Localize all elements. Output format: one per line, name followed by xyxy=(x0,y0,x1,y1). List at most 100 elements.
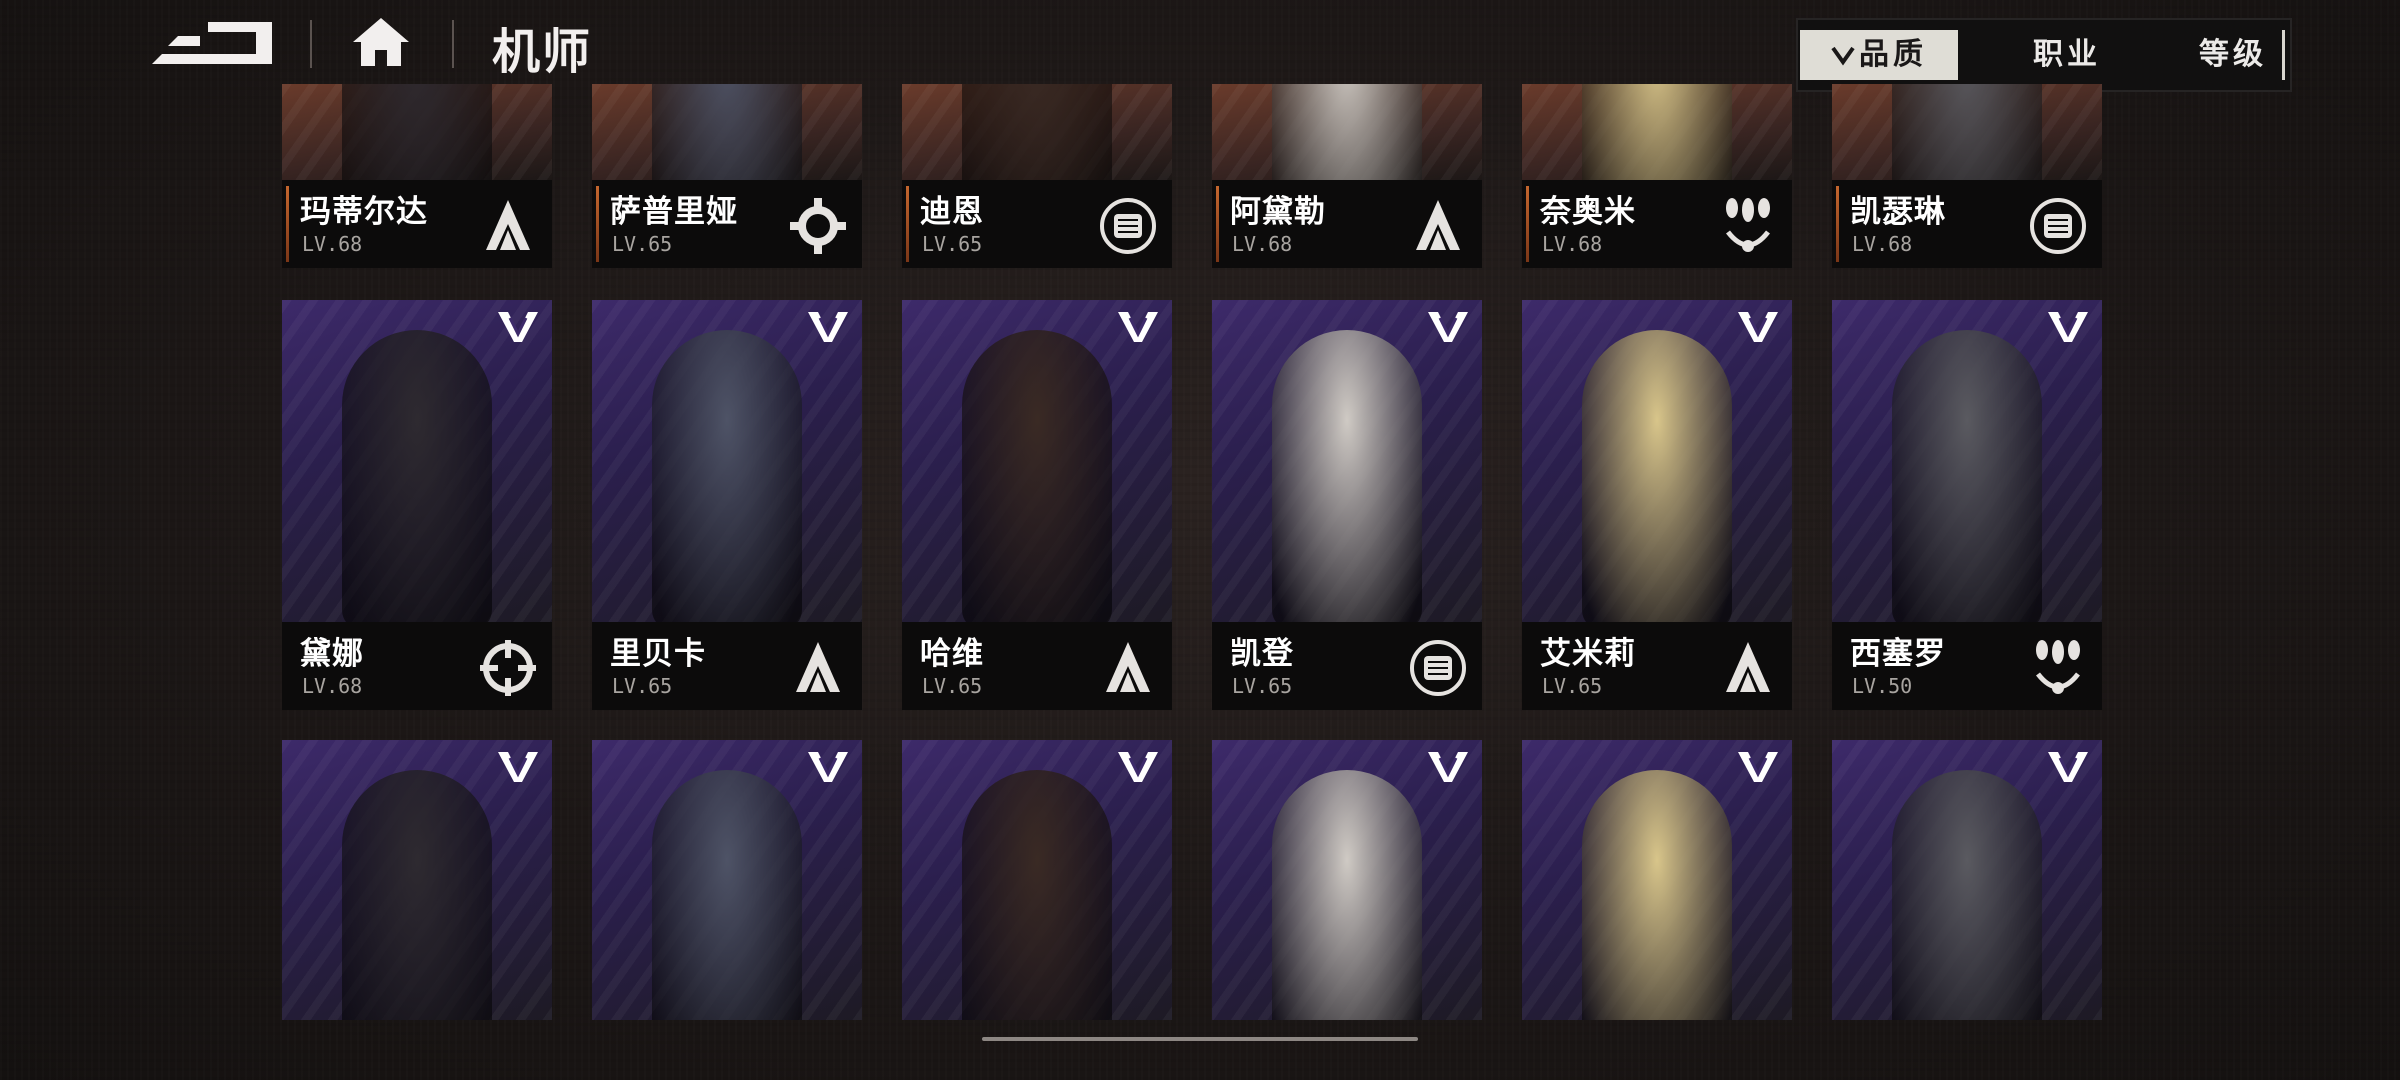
sort-quality-button[interactable]: 品质 xyxy=(1800,30,1958,80)
pilot-card[interactable]: 哈维 LV.65 xyxy=(902,300,1172,710)
pilot-grid[interactable]: 玛蒂尔达 LV.68 萨普里娅 LV.65 迪恩 LV.65 阿黛勒 LV.68 奈奥米 LV.6… xyxy=(0,84,2400,1020)
pilot-card[interactable] xyxy=(1832,740,2102,1020)
pilot-portrait xyxy=(902,740,1172,1020)
pilot-portrait xyxy=(592,84,862,180)
pilot-card[interactable]: 阿黛勒 LV.68 xyxy=(1212,84,1482,268)
pilot-card[interactable] xyxy=(282,740,552,1020)
rank-badge-icon xyxy=(496,308,540,344)
pilot-name: 里贝卡 xyxy=(610,636,706,672)
lance-icon xyxy=(478,196,538,256)
header-divider xyxy=(452,20,454,68)
fist-icon xyxy=(1408,638,1468,698)
rank-badge-icon xyxy=(1116,308,1160,344)
rank-badge-icon xyxy=(1736,748,1780,784)
pilot-name: 凯登 xyxy=(1230,636,1294,672)
pilot-level: LV.65 xyxy=(612,232,673,256)
pilot-level: LV.65 xyxy=(922,232,983,256)
pilot-namebar: 西塞罗 LV.50 xyxy=(1832,622,2102,710)
pilot-card[interactable]: 奈奥米 LV.68 xyxy=(1522,84,1792,268)
pilot-portrait xyxy=(1522,740,1792,1020)
pilot-namebar: 哈维 LV.65 xyxy=(902,622,1172,710)
pilot-card[interactable]: 凯登 LV.65 xyxy=(1212,300,1482,710)
fist-icon xyxy=(1098,196,1158,256)
rank-badge-icon xyxy=(1116,748,1160,784)
chevron-down-icon xyxy=(1831,46,1855,66)
pilot-portrait xyxy=(592,740,862,1020)
pilot-level: LV.68 xyxy=(1542,232,1603,256)
pilot-level: LV.68 xyxy=(302,232,363,256)
pilot-name: 萨普里娅 xyxy=(610,194,738,230)
lance-icon xyxy=(788,638,848,698)
pilot-card[interactable]: 西塞罗 LV.50 xyxy=(1832,300,2102,710)
pilot-namebar: 玛蒂尔达 LV.68 xyxy=(282,180,552,268)
pilot-namebar: 阿黛勒 LV.68 xyxy=(1212,180,1482,268)
pilot-portrait xyxy=(592,300,862,622)
pilot-level: LV.68 xyxy=(302,674,363,698)
crosshair-icon xyxy=(478,638,538,698)
pilot-level: LV.68 xyxy=(1232,232,1293,256)
header-divider xyxy=(310,20,312,68)
pilot-card[interactable] xyxy=(1522,740,1792,1020)
pilot-namebar: 萨普里娅 LV.65 xyxy=(592,180,862,268)
pilot-portrait xyxy=(282,300,552,622)
lance-icon xyxy=(1098,638,1158,698)
pilot-namebar: 凯瑟琳 LV.68 xyxy=(1832,180,2102,268)
sort-level-label: 等级 xyxy=(2199,37,2267,72)
pilot-portrait xyxy=(1212,740,1482,1020)
back-button[interactable] xyxy=(148,18,276,70)
pilot-namebar: 奈奥米 LV.68 xyxy=(1522,180,1792,268)
pilot-name: 黛娜 xyxy=(300,636,364,672)
pilot-level: LV.50 xyxy=(1852,674,1913,698)
wrench-icon xyxy=(788,196,848,256)
pilot-name: 奈奥米 xyxy=(1540,194,1636,230)
pilot-card[interactable] xyxy=(902,740,1172,1020)
pilot-card[interactable]: 玛蒂尔达 LV.68 xyxy=(282,84,552,268)
pilot-name: 迪恩 xyxy=(920,194,984,230)
pilot-portrait xyxy=(1832,740,2102,1020)
pilot-portrait xyxy=(282,84,552,180)
pilot-card[interactable]: 艾米莉 LV.65 xyxy=(1522,300,1792,710)
pilot-name: 凯瑟琳 xyxy=(1850,194,1946,230)
pilot-level: LV.68 xyxy=(1852,232,1913,256)
home-button[interactable] xyxy=(346,14,416,70)
pilot-card[interactable] xyxy=(592,740,862,1020)
page-title: 机师 xyxy=(492,24,593,80)
pilot-portrait xyxy=(1832,84,2102,180)
fist-icon xyxy=(2028,196,2088,256)
pilot-name: 阿黛勒 xyxy=(1230,194,1326,230)
pilot-portrait xyxy=(1212,84,1482,180)
sort-job-label: 职业 xyxy=(2033,37,2101,72)
pilot-card[interactable]: 黛娜 LV.68 xyxy=(282,300,552,710)
sort-job-button[interactable]: 职业 xyxy=(1982,30,2152,80)
pilot-name: 玛蒂尔达 xyxy=(300,194,428,230)
pilot-card[interactable]: 里贝卡 LV.65 xyxy=(592,300,862,710)
rank-badge-icon xyxy=(2046,748,2090,784)
rank-badge-icon xyxy=(2046,308,2090,344)
pilot-card[interactable]: 萨普里娅 LV.65 xyxy=(592,84,862,268)
rank-badge-icon xyxy=(1736,308,1780,344)
bomb-icon xyxy=(1718,196,1778,256)
pilot-portrait xyxy=(282,740,552,1020)
pilot-namebar: 黛娜 LV.68 xyxy=(282,622,552,710)
pilot-card[interactable]: 凯瑟琳 LV.68 xyxy=(1832,84,2102,268)
sort-level-button[interactable]: 等级 xyxy=(2148,30,2318,80)
lance-icon xyxy=(1408,196,1468,256)
pilot-name: 西塞罗 xyxy=(1850,636,1946,672)
pilot-level: LV.65 xyxy=(922,674,983,698)
lance-icon xyxy=(1718,638,1778,698)
rank-badge-icon xyxy=(806,308,850,344)
pilot-level: LV.65 xyxy=(612,674,673,698)
pilot-level: LV.65 xyxy=(1232,674,1293,698)
rank-badge-icon xyxy=(806,748,850,784)
pilot-portrait xyxy=(1832,300,2102,622)
home-icon xyxy=(353,18,409,66)
rank-badge-icon xyxy=(496,748,540,784)
pilot-card[interactable]: 迪恩 LV.65 xyxy=(902,84,1172,268)
pilot-namebar: 凯登 LV.65 xyxy=(1212,622,1482,710)
pilot-portrait xyxy=(1522,300,1792,622)
pilot-namebar: 艾米莉 LV.65 xyxy=(1522,622,1792,710)
rank-badge-icon xyxy=(1426,308,1470,344)
sort-bar: 品质 职业 等级 xyxy=(1796,18,2292,92)
pilot-card[interactable] xyxy=(1212,740,1482,1020)
bomb-icon xyxy=(2028,638,2088,698)
